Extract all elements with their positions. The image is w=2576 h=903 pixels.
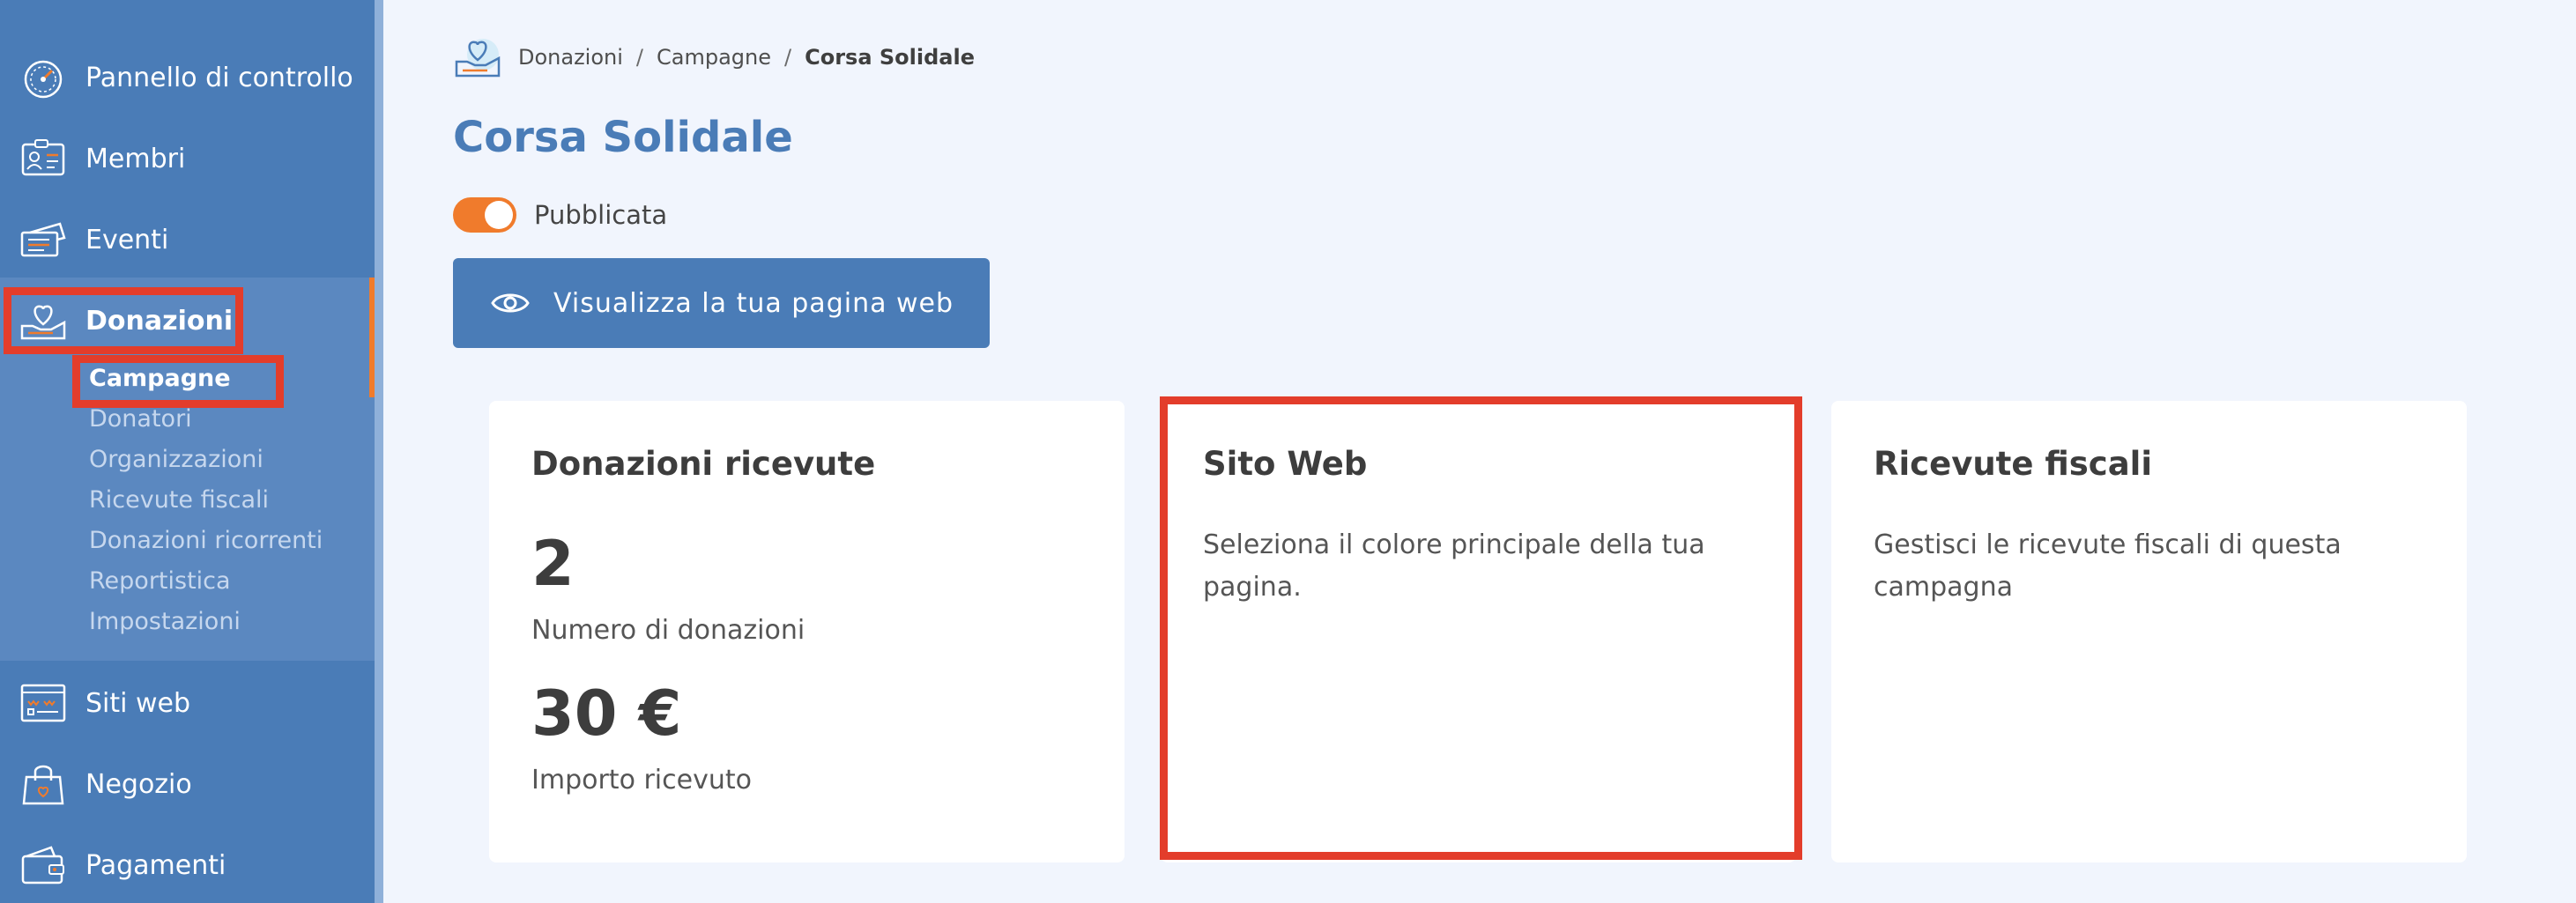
breadcrumb-current: Corsa Solidale [805, 45, 975, 70]
donation-count-label: Numero di donazioni [531, 615, 805, 646]
card-title: Sito Web [1203, 445, 1368, 483]
sidebar-item-events[interactable]: Eventi [0, 199, 375, 280]
sidebar-subitem-reports[interactable]: Reportistica [89, 567, 231, 595]
sidebar-item-shop[interactable]: Negozio [0, 744, 375, 825]
sidebar-subitem-recurring-donations[interactable]: Donazioni ricorrenti [89, 527, 323, 554]
sidebar-item-label: Pagamenti [85, 849, 226, 881]
wallet-icon [21, 846, 64, 884]
website-icon [20, 684, 66, 722]
breadcrumb-separator: / [635, 45, 644, 70]
sidebar-item-label: Membri [85, 143, 186, 174]
dashboard-gauge-icon [24, 60, 63, 99]
donation-count: 2 [531, 528, 575, 600]
sidebar-item-websites[interactable]: Siti web [0, 662, 375, 744]
breadcrumb-donations[interactable]: Donazioni [518, 45, 623, 70]
card-title: Ricevute fiscali [1874, 445, 2153, 483]
sidebar-subitem-settings[interactable]: Impostazioni [89, 608, 241, 635]
amount-received-label: Importo ricevuto [531, 765, 752, 796]
event-tickets-icon [20, 222, 66, 257]
card-description: Seleziona il colore principale della tua… [1203, 529, 1705, 603]
sidebar-subitem-tax-receipts[interactable]: Ricevute fiscali [89, 486, 269, 514]
sidebar-item-payments[interactable]: Pagamenti [0, 825, 375, 903]
breadcrumb: Donazioni / Campagne / Corsa Solidale [453, 35, 975, 79]
page-title: Corsa Solidale [453, 113, 793, 162]
sidebar-subitem-organizations[interactable]: Organizzazioni [89, 446, 264, 473]
donation-heart-hand-icon [455, 39, 501, 78]
card-description: Gestisci le ricevute fiscali di questa c… [1874, 529, 2342, 603]
breadcrumb-campaigns[interactable]: Campagne [657, 45, 771, 70]
tax-receipts-card[interactable]: Ricevute fiscali Gestisci le ricevute fi… [1831, 401, 2467, 862]
eye-icon [491, 293, 530, 313]
donation-heart-hand-icon [20, 305, 66, 340]
sidebar-item-label: Negozio [85, 768, 192, 800]
sidebar-item-donations[interactable]: Donazioni [0, 280, 375, 361]
breadcrumb-separator: / [784, 45, 792, 70]
publish-toggle-label: Pubblicata [534, 200, 668, 230]
shopping-bag-icon [22, 765, 64, 805]
website-card[interactable]: Sito Web Seleziona il colore principale … [1161, 401, 1796, 862]
sidebar-divider[interactable] [375, 0, 383, 903]
member-card-icon [21, 139, 65, 176]
publish-toggle[interactable] [453, 197, 516, 233]
sidebar-item-label: Eventi [85, 224, 169, 255]
view-web-page-button[interactable]: Visualizza la tua pagina web [453, 258, 990, 348]
donations-received-card[interactable]: Donazioni ricevute 2 Numero di donazioni… [489, 401, 1125, 862]
sidebar-item-label: Donazioni [85, 305, 234, 337]
sidebar-item-label: Pannello di controllo [85, 62, 353, 93]
view-web-page-label: Visualizza la tua pagina web [553, 287, 954, 319]
amount-received: 30 € [531, 677, 682, 750]
sidebar-item-dashboard[interactable]: Pannello di controllo [0, 37, 375, 118]
card-title: Donazioni ricevute [531, 445, 876, 483]
sidebar-item-label: Siti web [85, 687, 191, 719]
sidebar-subitem-campaigns[interactable]: Campagne [89, 365, 231, 392]
publish-toggle-row: Pubblicata [453, 197, 667, 233]
sidebar-subitem-donors[interactable]: Donatori [89, 405, 192, 433]
toggle-knob [485, 201, 513, 229]
sidebar-item-members[interactable]: Membri [0, 118, 375, 199]
